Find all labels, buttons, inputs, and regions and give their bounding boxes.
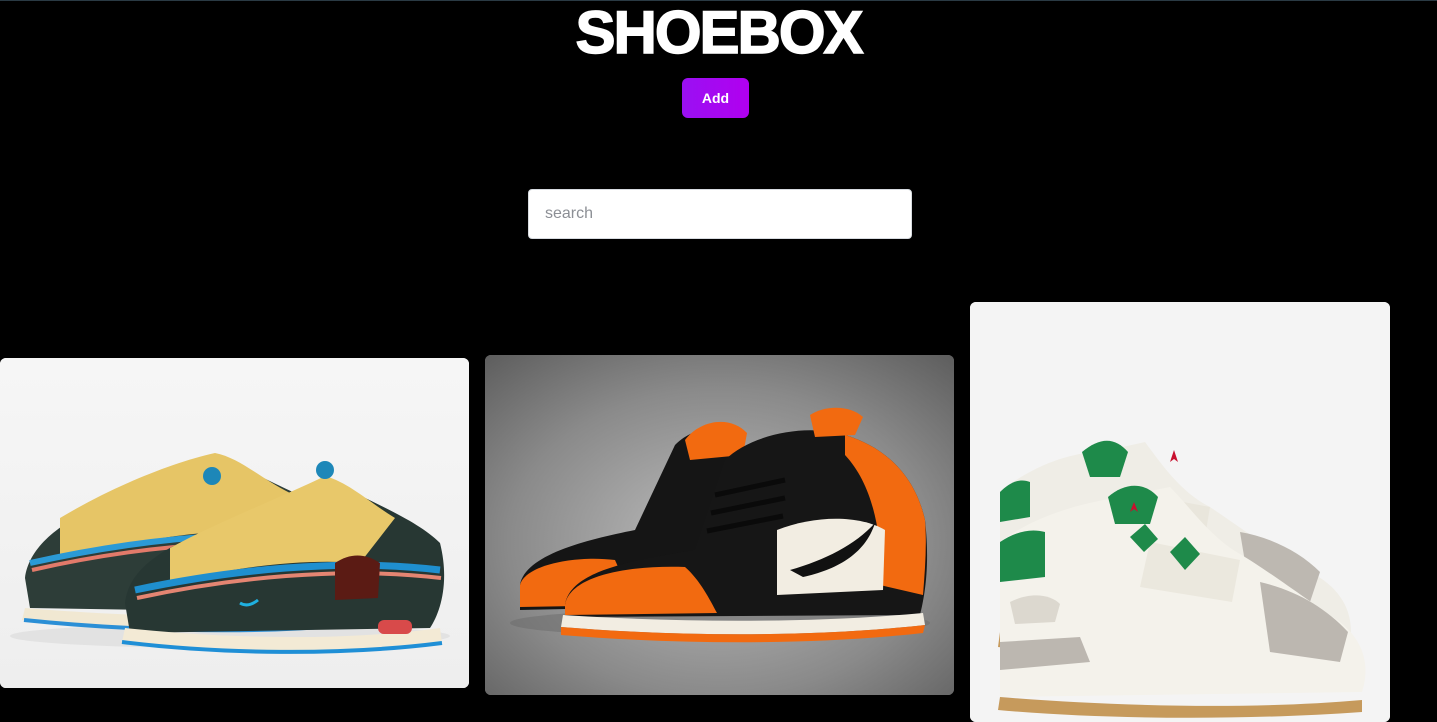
shoe-card[interactable] xyxy=(970,302,1390,722)
shoe-image xyxy=(0,358,469,688)
shoe-image xyxy=(970,302,1390,722)
app-title: SHOEBOX xyxy=(575,0,865,66)
add-button[interactable]: Add xyxy=(682,78,749,118)
shoe-card[interactable] xyxy=(0,358,469,688)
shoe-image xyxy=(485,355,954,695)
search-input[interactable] xyxy=(528,189,912,239)
shoe-card[interactable] xyxy=(485,355,954,695)
